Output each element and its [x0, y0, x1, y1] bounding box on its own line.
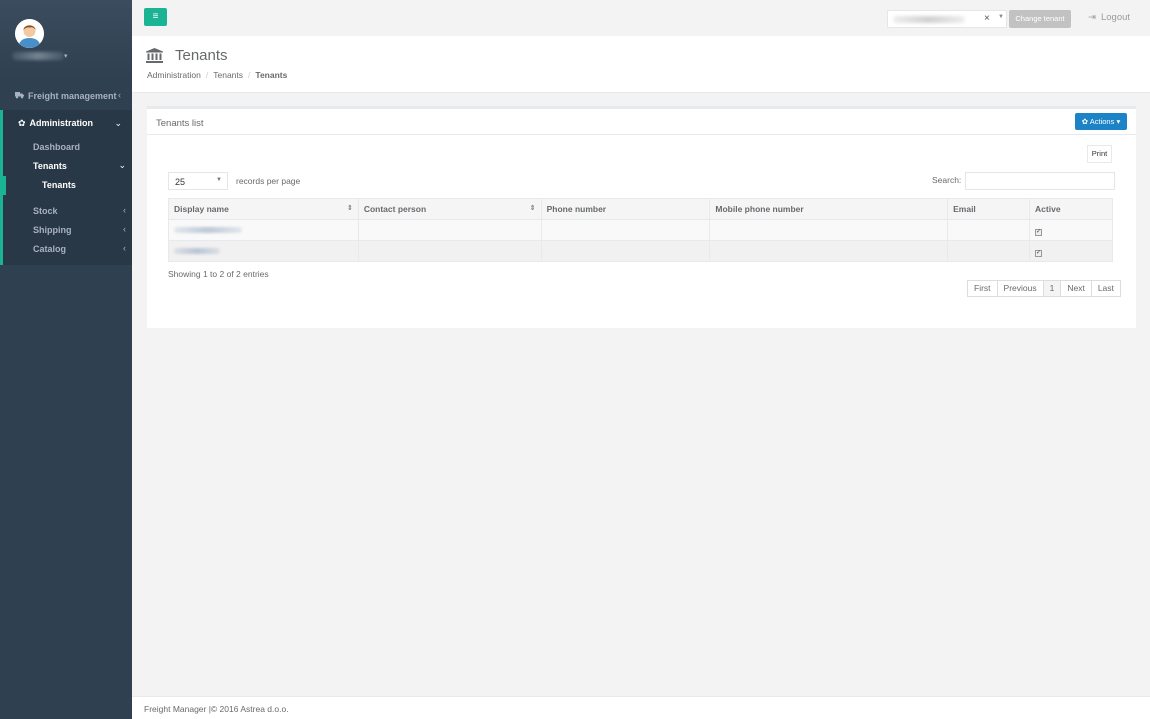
cell-contact-person: [357, 240, 542, 262]
page-title: Tenants: [175, 47, 228, 64]
top-navbar: ≡ × ▼ Change tenant ⇥ Logout: [132, 0, 1150, 36]
actions-label: Actions: [1089, 117, 1115, 126]
cell-active: ✓: [1029, 240, 1113, 262]
caret-down-icon: ▼: [216, 177, 222, 183]
chevron-down-icon: ⌄: [118, 160, 126, 170]
breadcrumb-item-active: Tenants: [255, 70, 288, 80]
sign-out-icon: ⇥: [1088, 12, 1096, 23]
page-heading: Tenants Administration / Tenants / Tenants: [132, 36, 1150, 93]
page-length-select[interactable]: 25 ▼: [168, 172, 228, 190]
print-button[interactable]: Print: [1087, 145, 1112, 163]
column-header-contact-person[interactable]: Contact person ⇕: [357, 198, 542, 220]
table-info: Showing 1 to 2 of 2 entries: [168, 269, 269, 279]
clear-icon[interactable]: ×: [984, 13, 990, 24]
column-header-active: Active: [1029, 198, 1113, 220]
sidebar-item-stock[interactable]: Stock: [33, 206, 58, 216]
pagination-previous[interactable]: Previous: [996, 280, 1044, 297]
cell-email: [947, 240, 1031, 262]
bank-icon: [146, 48, 163, 63]
caret-down-icon[interactable]: ▾: [64, 52, 68, 60]
username-text[interactable]: [12, 52, 64, 60]
sidebar-subitem-dashboard[interactable]: Dashboard: [33, 142, 80, 152]
gear-icon: ✿: [18, 118, 26, 128]
chevron-left-icon: ‹: [123, 205, 126, 215]
sidebar-subsubitem-tenants[interactable]: Tenants: [42, 180, 76, 190]
logout-label: Logout: [1100, 12, 1131, 23]
pagination-page-1[interactable]: 1: [1042, 280, 1062, 297]
chevron-left-icon: ‹: [118, 90, 121, 100]
breadcrumb-item[interactable]: Tenants: [213, 70, 243, 80]
table-row[interactable]: ✓: [168, 240, 1113, 262]
pagination: First Previous 1 Next Last: [967, 280, 1121, 297]
change-tenant-button[interactable]: Change tenant: [1009, 10, 1071, 28]
cell-phone: [540, 240, 711, 262]
pagination-last[interactable]: Last: [1090, 280, 1121, 297]
sidebar-header: ▾: [0, 0, 132, 80]
active-indicator: [3, 176, 6, 195]
actions-button[interactable]: ✿ Actions ▾: [1075, 113, 1127, 130]
sidebar-item-shipping[interactable]: Shipping: [33, 225, 72, 235]
footer: Freight Manager |© 2016 Astrea d.o.o.: [132, 696, 1150, 719]
active-checkbox-icon: ✓: [1035, 228, 1043, 236]
page-length-value: 25: [175, 177, 186, 187]
pagination-first[interactable]: First: [967, 280, 998, 297]
cell-contact-person: [357, 219, 542, 241]
chevron-left-icon: ‹: [123, 224, 126, 234]
breadcrumb: Administration / Tenants / Tenants: [147, 70, 288, 80]
pagination-next[interactable]: Next: [1060, 280, 1092, 297]
sidebar-item-label: Freight management: [28, 91, 117, 101]
breadcrumb-item[interactable]: Administration: [147, 70, 201, 80]
table-header-row: Display name ⇕ Contact person ⇕ Phone numb…: [168, 198, 1113, 220]
column-header-mobile-phone-number: Mobile phone number: [709, 198, 949, 220]
hamburger-menu-button[interactable]: ≡: [144, 8, 167, 26]
user-avatar[interactable]: [15, 19, 44, 48]
column-header-email: Email: [947, 198, 1031, 220]
cell-active: ✓: [1029, 219, 1113, 241]
sidebar-item-label: Administration: [29, 118, 94, 128]
hamburger-icon: ≡: [152, 11, 159, 22]
logout-link[interactable]: ⇥ Logout: [1088, 12, 1130, 23]
chevron-left-icon: ‹: [123, 243, 126, 253]
cell-display-name[interactable]: [168, 219, 359, 241]
cell-phone: [540, 219, 711, 241]
footer-text: Freight Manager |© 2016 Astrea d.o.o.: [144, 704, 289, 714]
sidebar-item-administration-header[interactable]: ✿ Administration: [18, 118, 93, 129]
sidebar-item-administration: ✿ Administration ⌄ Dashboard Tenants ⌄ Te…: [0, 110, 132, 265]
panel-title-bar: Tenants list ✿ Actions ▾: [147, 109, 1136, 135]
sidebar-subitem-tenants[interactable]: Tenants: [33, 161, 67, 171]
sidebar: ▾ Freight management ‹ ✿ Administration ⌄…: [0, 0, 132, 719]
gear-icon: ✿: [1081, 117, 1089, 126]
sidebar-item-freight-management[interactable]: Freight management ‹: [0, 90, 132, 102]
caret-down-icon[interactable]: ▼: [998, 14, 1004, 20]
search-input[interactable]: [965, 172, 1115, 190]
cell-email: [947, 219, 1031, 241]
sidebar-item-catalog[interactable]: Catalog: [33, 244, 66, 254]
panel-title: Tenants list: [156, 118, 204, 129]
sort-icon: ⇕: [346, 205, 353, 212]
sort-icon: ⇕: [529, 205, 536, 212]
tenant-select[interactable]: × ▼: [887, 10, 1007, 28]
tenants-panel: Tenants list ✿ Actions ▾ Print 25 ▼ reco…: [147, 106, 1136, 328]
column-header-display-name[interactable]: Display name ⇕: [168, 198, 359, 220]
truck-icon: [15, 91, 24, 101]
table-row[interactable]: ✓: [168, 219, 1113, 241]
cell-display-name[interactable]: [168, 240, 359, 262]
search-label: Search:: [932, 175, 962, 185]
caret-down-icon: ▾: [1116, 117, 1121, 126]
column-header-phone-number: Phone number: [540, 198, 711, 220]
tenants-table: Display name ⇕ Contact person ⇕ Phone numb…: [168, 198, 1113, 262]
cell-mobile: [709, 240, 949, 262]
cell-mobile: [709, 219, 949, 241]
chevron-down-icon: ⌄: [114, 118, 122, 128]
tenant-select-value: [893, 16, 965, 23]
active-checkbox-icon: ✓: [1035, 249, 1043, 257]
page-length-label: records per page: [236, 176, 301, 186]
